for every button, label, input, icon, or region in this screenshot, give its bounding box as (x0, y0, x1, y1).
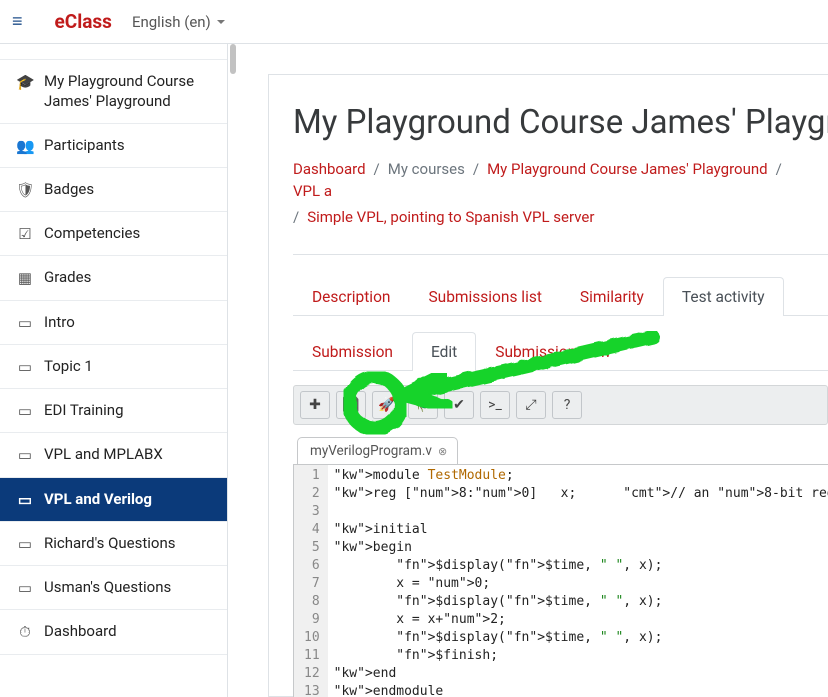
graduation-cap-icon: 🎓 (16, 72, 34, 92)
breadcrumb-item[interactable]: Simple VPL, pointing to Spanish VPL serv… (307, 208, 594, 226)
breadcrumb-item[interactable]: My Playground Course James' Playground (487, 160, 768, 178)
sidebar-item[interactable]: ▭ VPL and MPLABX (0, 432, 227, 477)
fullscreen-icon[interactable]: ⤢ (516, 391, 546, 419)
breadcrumb-item[interactable]: VPL a (293, 182, 332, 200)
sidebar-item-label: Usman's Questions (44, 577, 171, 597)
code-editor-panel: myVerilogProgram.v ⊗ 1234567891011121314… (293, 437, 828, 697)
sidebar-item[interactable]: ▭ Topic 1 (0, 344, 227, 389)
breadcrumb-separator: / (473, 160, 479, 178)
debug-icon[interactable]: 🪲 (408, 391, 438, 419)
sidebar-item-label: EDI Training (44, 400, 124, 420)
close-icon[interactable]: ⊗ (438, 445, 447, 458)
file-tab-label: myVerilogProgram.v (310, 443, 432, 459)
code-editor[interactable]: 1234567891011121314 "kw">module TestModu… (293, 464, 828, 697)
folder-icon: ▭ (16, 534, 34, 554)
sidebar-item-label: Topic 1 (44, 356, 93, 376)
sidebar-item[interactable]: 🛡 Badges (0, 167, 227, 212)
sidebar-item[interactable]: 🎓 My Playground Course James' Playground (0, 59, 227, 124)
secondary-tabs: SubmissionEditSubmission view (293, 332, 828, 371)
sidebar-item[interactable]: 👥 Participants (0, 123, 227, 168)
tab-edit[interactable]: Edit (412, 332, 476, 371)
tab-submissions-list[interactable]: Submissions list (409, 277, 560, 316)
help-icon[interactable]: ? (552, 391, 582, 419)
sidebar-item-label: Participants (44, 135, 125, 155)
code-body[interactable]: "kw">module TestModule;"kw">reg ["num">8… (328, 465, 828, 697)
sidebar-scrollbar[interactable] (228, 44, 238, 697)
sidebar-item-label: Badges (44, 179, 94, 199)
sidebar-item-label: My Playground Course James' Playground (44, 71, 211, 112)
tab-submission-view[interactable]: Submission view (476, 332, 630, 371)
users-icon: 👥 (16, 136, 34, 156)
tab-submission[interactable]: Submission (293, 332, 412, 371)
save-icon[interactable]: 💾 (336, 391, 366, 419)
shield-icon: 🛡 (16, 180, 34, 200)
breadcrumb-separator: / (293, 208, 299, 226)
breadcrumb-item[interactable]: Dashboard (293, 160, 366, 178)
sidebar-item-label: VPL and Verilog (44, 489, 152, 509)
folder-icon: ▭ (16, 578, 34, 598)
add-icon[interactable]: ✚ (300, 391, 330, 419)
breadcrumb-separator: / (776, 160, 782, 178)
breadcrumb-separator: / (374, 160, 380, 178)
sidebar-item[interactable]: ⏱ Dashboard (0, 609, 227, 654)
folder-icon: ▭ (16, 313, 34, 333)
folder-icon: ▭ (16, 357, 34, 377)
primary-tabs: DescriptionSubmissions listSimilarityTes… (293, 277, 828, 316)
tab-similarity[interactable]: Similarity (561, 277, 663, 316)
sidebar-item-label: Intro (44, 312, 75, 332)
sidebar-item[interactable]: ▭ Richard's Questions (0, 521, 227, 566)
language-switcher[interactable]: English (en) (132, 13, 225, 31)
language-label: English (en) (132, 13, 211, 31)
page-title: My Playground Course James' Playground (293, 103, 828, 142)
tab-description[interactable]: Description (293, 277, 409, 316)
grid-icon: ▦ (16, 268, 34, 288)
breadcrumb: Dashboard / My courses / My Playground Cours… (293, 160, 828, 226)
content-area: My Playground Course James' Playground D… (238, 44, 828, 697)
check-square-icon: ☑ (16, 224, 34, 244)
sidebar-item-label: Richard's Questions (44, 533, 175, 553)
sidebar-item[interactable]: ▭ VPL and Verilog (0, 477, 227, 522)
run-icon[interactable]: 🚀 (372, 391, 402, 419)
brand-logo[interactable]: eClass (55, 10, 112, 33)
course-sidebar: 🎓 My Playground Course James' Playground 👥… (0, 44, 228, 697)
hamburger-icon[interactable]: ≡ (8, 9, 27, 34)
file-tab[interactable]: myVerilogProgram.v ⊗ (297, 437, 458, 464)
sidebar-item[interactable]: ▭ Usman's Questions (0, 565, 227, 610)
sidebar-item-label: VPL and MPLABX (44, 444, 163, 464)
sidebar-item[interactable]: ▭ EDI Training (0, 388, 227, 433)
topbar: ≡ eClass English (en) (0, 0, 828, 44)
file-tab-bar: myVerilogProgram.v ⊗ (293, 437, 828, 464)
breadcrumb-item: My courses (388, 160, 465, 178)
console-icon[interactable]: >_ (480, 391, 510, 419)
folder-icon: ▭ (16, 445, 34, 465)
sidebar-item[interactable]: ☑ Competencies (0, 211, 227, 256)
caret-down-icon (217, 20, 225, 24)
line-gutter: 1234567891011121314 (294, 465, 328, 697)
sidebar-item[interactable]: ▦ Grades (0, 255, 227, 300)
sidebar-item[interactable]: ▭ Intro (0, 300, 227, 345)
evaluate-icon[interactable]: ✔ (444, 391, 474, 419)
tachometer-icon: ⏱ (16, 622, 34, 642)
editor-toolbar: ✚💾🚀🪲✔>_⤢? (293, 385, 828, 425)
sidebar-item-label: Grades (44, 267, 91, 287)
folder-icon: ▭ (16, 401, 34, 421)
sidebar-item-label: Competencies (44, 223, 140, 243)
sidebar-item-label: Dashboard (44, 621, 117, 641)
folder-icon: ▭ (16, 490, 34, 510)
tab-test-activity[interactable]: Test activity (663, 277, 784, 316)
